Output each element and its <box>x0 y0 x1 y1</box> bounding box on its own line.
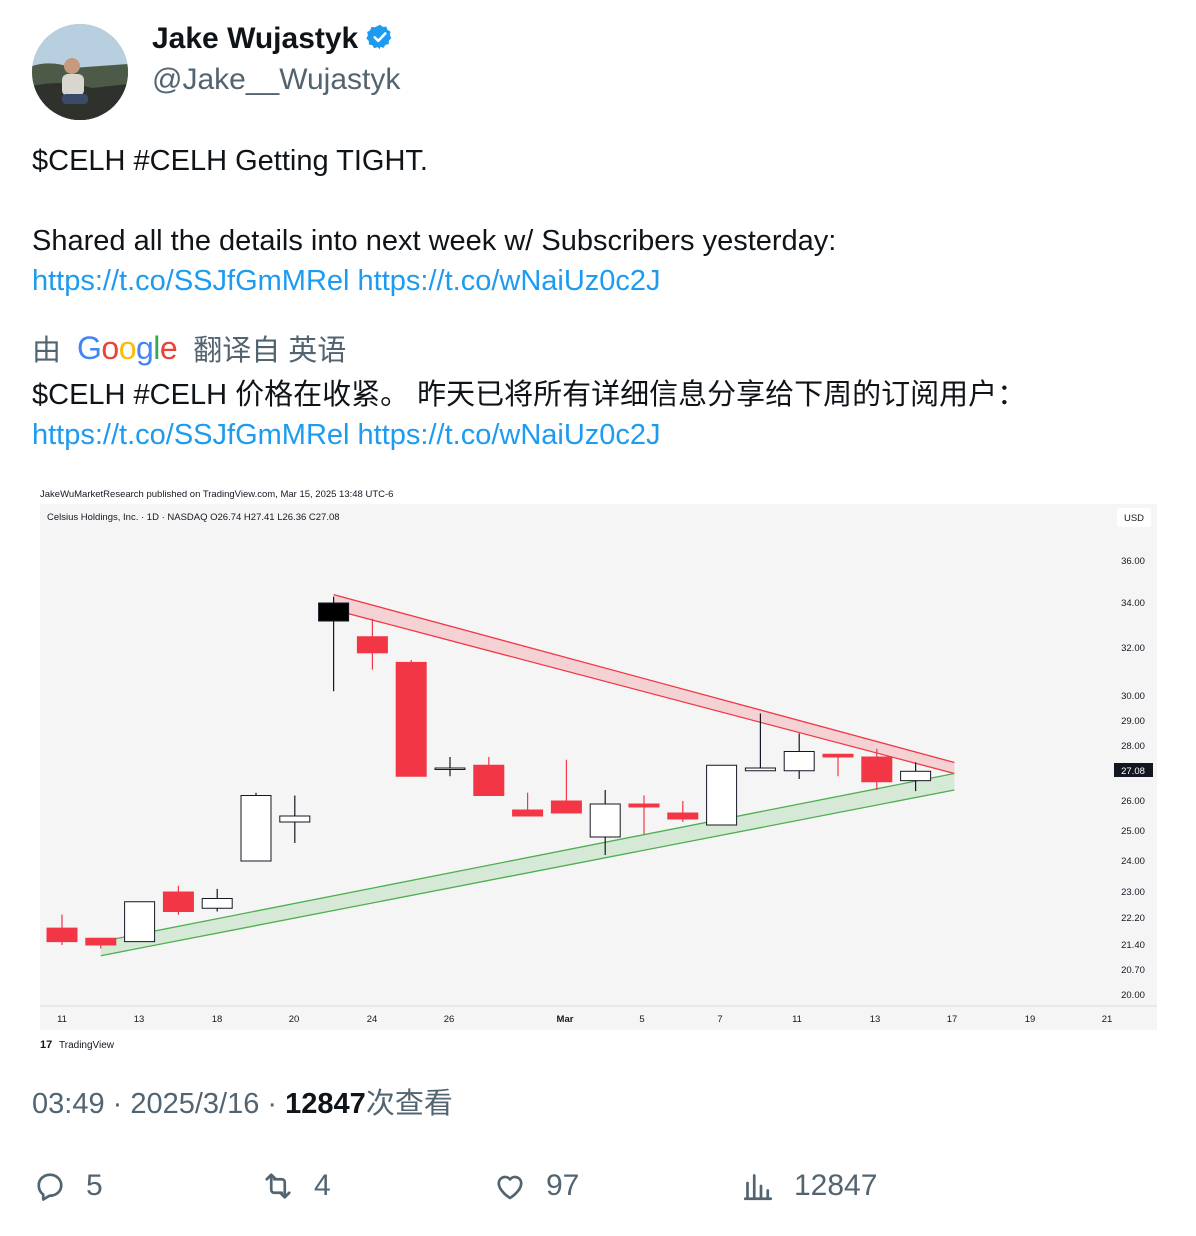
tweet-link-2[interactable]: https://t.co/wNaiUz0c2J <box>358 265 661 297</box>
candle-body <box>124 901 156 943</box>
like-count: 97 <box>546 1169 580 1202</box>
candle-body <box>240 795 272 862</box>
y-tick-label: 29.00 <box>1121 716 1145 727</box>
y-tick-label: 28.00 <box>1121 741 1145 752</box>
author-handle[interactable]: @Jake__Wujastyk <box>152 63 400 97</box>
candle-body <box>900 770 932 782</box>
x-tick-label: 13 <box>870 1014 881 1025</box>
y-tick-label: 24.00 <box>1121 856 1145 867</box>
candle-body <box>861 756 893 783</box>
x-tick-label: 24 <box>367 1014 378 1025</box>
action-bar: 5 4 97 12847 <box>0 1168 1196 1212</box>
currency-label: USD <box>1124 513 1144 524</box>
tweet-line-1: $CELH #CELH Getting TIGHT. <box>32 145 428 177</box>
y-tick-label: 20.70 <box>1121 965 1145 976</box>
tweet-links: https://t.co/SSJfGmMRel https://t.co/wNa… <box>32 261 661 301</box>
tradingview-logo-icon: 17 <box>40 1039 52 1051</box>
x-tick-label: 20 <box>289 1014 300 1025</box>
reply-button[interactable]: 5 <box>32 1168 103 1204</box>
candle-body <box>667 812 699 820</box>
retweet-icon <box>265 1173 291 1199</box>
x-tick-label: 26 <box>444 1014 455 1025</box>
y-tick-label: 25.00 <box>1121 826 1145 837</box>
y-tick-label: 20.00 <box>1121 990 1145 1001</box>
candle-body <box>628 803 660 808</box>
x-tick-label: 18 <box>212 1014 223 1025</box>
candle-body <box>356 636 388 654</box>
y-tick-label: 36.00 <box>1121 556 1145 567</box>
analytics-icon <box>743 1174 773 1201</box>
plot-background <box>40 504 1157 1030</box>
view-count: 12847 <box>285 1088 366 1120</box>
author-name[interactable]: Jake Wujastyk <box>152 22 358 56</box>
candle-body <box>434 767 466 770</box>
translated-link-2[interactable]: https://t.co/wNaiUz0c2J <box>358 419 661 451</box>
avatar[interactable] <box>32 24 128 120</box>
tweet-date[interactable]: 2025/3/16 <box>130 1088 259 1120</box>
x-tick-label: 19 <box>1025 1014 1036 1025</box>
tweet-meta: 03:49 · 2025/3/16 · 12847次查看 <box>32 1088 453 1120</box>
author-name-row[interactable]: Jake Wujastyk <box>152 22 394 56</box>
tweet-time[interactable]: 03:49 <box>32 1088 105 1120</box>
y-tick-label: 26.00 <box>1121 796 1145 807</box>
views-button[interactable]: 12847 <box>740 1168 877 1204</box>
reply-icon <box>37 1173 63 1201</box>
candle-body <box>822 753 854 758</box>
symbol-info: Celsius Holdings, Inc. · 1D · NASDAQ O26… <box>47 512 340 523</box>
x-tick-label: 5 <box>639 1014 644 1025</box>
views-count: 12847 <box>794 1169 878 1202</box>
chart-image[interactable]: JakeWuMarketResearch published on Tradin… <box>32 478 1164 1062</box>
x-tick-label: 13 <box>134 1014 145 1025</box>
x-tick-label: 17 <box>947 1014 958 1025</box>
y-tick-label: 22.20 <box>1121 913 1145 924</box>
tweet-link-1[interactable]: https://t.co/SSJfGmMRel <box>32 265 349 297</box>
verified-badge-icon <box>366 23 394 56</box>
candle-body <box>473 764 505 796</box>
candle-body <box>85 937 117 946</box>
candle-body <box>395 661 427 777</box>
candle-body <box>162 891 194 912</box>
translated-links: https://t.co/SSJfGmMRel https://t.co/wNa… <box>32 415 661 455</box>
candle-body <box>550 800 582 814</box>
x-tick-label: 7 <box>717 1014 722 1025</box>
x-tick-label: 21 <box>1102 1014 1113 1025</box>
y-tick-label: 34.00 <box>1121 598 1145 609</box>
translated-link-1[interactable]: https://t.co/SSJfGmMRel <box>32 419 349 451</box>
candle-body <box>783 751 815 772</box>
view-suffix: 次查看 <box>365 1088 453 1120</box>
x-tick-label: 11 <box>57 1014 67 1025</box>
y-tick-label: 30.00 <box>1121 691 1145 702</box>
translation-from: 翻译自 英语 <box>193 335 347 367</box>
candle-body <box>589 803 621 838</box>
google-logo: Google <box>77 329 178 366</box>
candle-body <box>46 927 78 943</box>
retweet-count: 4 <box>314 1169 331 1202</box>
heart-icon <box>497 1175 523 1200</box>
y-tick-label: 32.00 <box>1121 643 1145 654</box>
svg-text:17: 17 <box>40 1039 52 1051</box>
retweet-button[interactable]: 4 <box>260 1168 331 1204</box>
candle-body <box>512 809 544 817</box>
y-tick-label: 23.00 <box>1121 887 1145 898</box>
y-tick-label: 21.40 <box>1121 940 1145 951</box>
tweet-line-2: Shared all the details into next week w/… <box>32 225 837 257</box>
reply-count: 5 <box>86 1169 103 1202</box>
like-button[interactable]: 97 <box>492 1168 579 1204</box>
candle-body <box>318 602 350 622</box>
candle-body <box>744 767 776 772</box>
chart-published-note: JakeWuMarketResearch published on Tradin… <box>40 489 393 500</box>
candle-body <box>706 764 738 826</box>
last-price-label: 27.08 <box>1121 766 1145 777</box>
translation-by: 由 <box>32 335 62 367</box>
avatar-image <box>32 24 128 120</box>
translation-attribution: 由 Google 翻译自 英语 <box>32 327 346 369</box>
candle-body <box>201 898 233 909</box>
translated-text: $CELH #CELH 价格在收紧。 昨天已将所有详细信息分享给下周的订阅用户： <box>32 379 1027 411</box>
tradingview-brand: TradingView <box>59 1040 115 1051</box>
candlestick-chart: JakeWuMarketResearch published on Tradin… <box>40 489 1157 1051</box>
x-tick-label: Mar <box>557 1014 574 1025</box>
x-tick-label: 11 <box>792 1014 802 1025</box>
candle-body <box>279 815 311 823</box>
